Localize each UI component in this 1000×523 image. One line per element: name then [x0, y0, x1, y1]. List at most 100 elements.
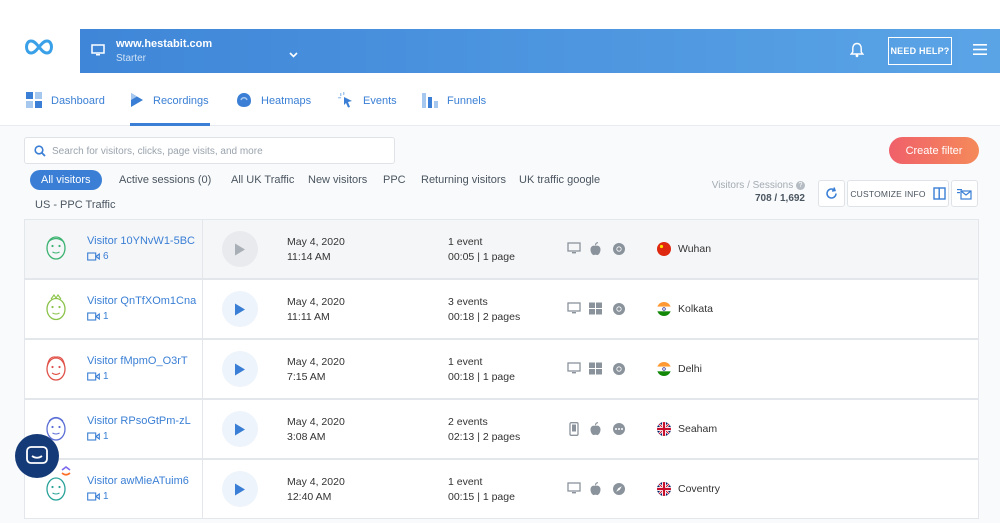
- top-header: www.hestabit.com Starter NEED HELP?: [0, 0, 1000, 76]
- session-count: 6: [87, 251, 109, 262]
- mobile-icon: [569, 422, 579, 441]
- windows-icon: [589, 362, 602, 380]
- visitor-cell: Visitor fMpmO_O3rT 1: [25, 340, 203, 398]
- main-nav: Dashboard Recordings Heatmaps Events Fun…: [0, 76, 1000, 126]
- need-help-button[interactable]: NEED HELP?: [888, 37, 952, 65]
- segment-new-visitors[interactable]: New visitors: [308, 170, 367, 190]
- funnels-icon: [422, 92, 447, 111]
- recordings-icon: [130, 92, 153, 111]
- tab-dashboard[interactable]: Dashboard: [26, 76, 105, 126]
- info-icon[interactable]: ?: [796, 181, 805, 190]
- visitor-name[interactable]: Visitor RPsoGtPm-zL: [87, 415, 191, 427]
- session-time: 11:11 AM: [287, 311, 330, 323]
- chevron-down-icon[interactable]: [289, 45, 298, 63]
- search-box[interactable]: [24, 137, 395, 164]
- customize-info-button[interactable]: CUSTOMIZE INFO: [847, 180, 949, 207]
- event-count: 2 events: [448, 416, 488, 428]
- session-date: May 4, 2020: [287, 296, 345, 308]
- search-input[interactable]: [52, 142, 382, 160]
- session-count: 1: [87, 491, 109, 502]
- play-recording-button[interactable]: [222, 411, 258, 447]
- uk-flag-icon: [657, 422, 671, 436]
- visitor-name[interactable]: Visitor 10YNvW1-5BC: [87, 235, 195, 247]
- video-camera-icon: [87, 252, 100, 261]
- play-icon: [235, 363, 245, 375]
- tab-recordings[interactable]: Recordings: [130, 76, 210, 126]
- play-recording-button[interactable]: [222, 471, 258, 507]
- city: Wuhan: [678, 243, 712, 255]
- desktop-icon: [567, 482, 581, 500]
- session-count: 1: [87, 311, 109, 322]
- visitor-name[interactable]: Visitor awMieATuim6: [87, 475, 189, 487]
- segment-uk-traffic-google[interactable]: UK traffic google: [519, 170, 600, 190]
- tab-funnels[interactable]: Funnels: [422, 76, 486, 126]
- apple-icon: [589, 242, 602, 261]
- play-icon: [235, 423, 245, 435]
- events-icon: [338, 91, 363, 111]
- play-icon: [235, 483, 245, 495]
- site-plan: Starter: [116, 53, 147, 64]
- bell-icon[interactable]: [849, 42, 865, 63]
- segment-all-uk-traffic[interactable]: All UK Traffic: [231, 170, 294, 190]
- tab-label: Events: [363, 95, 397, 107]
- india-flag-icon: [657, 362, 671, 376]
- duration-pages: 02:13 | 2 pages: [448, 431, 521, 443]
- hamburger-menu-icon[interactable]: [973, 43, 987, 61]
- windows-icon: [589, 302, 602, 320]
- chat-launcher-button[interactable]: [15, 434, 59, 478]
- play-recording-button[interactable]: [222, 351, 258, 387]
- refresh-button[interactable]: [818, 180, 845, 207]
- duration-pages: 00:18 | 2 pages: [448, 311, 521, 323]
- chrome-icon: [612, 302, 626, 321]
- columns-icon: [932, 187, 946, 200]
- table-row[interactable]: Visitor RPsoGtPm-zL 1 May 4, 2020 3:08 A…: [24, 399, 979, 459]
- play-recording-button[interactable]: [222, 291, 258, 327]
- other-browser-icon: [612, 422, 626, 441]
- video-camera-icon: [87, 312, 100, 321]
- site-name: www.hestabit.com: [116, 38, 213, 50]
- avatar: [43, 234, 69, 269]
- play-recording-button[interactable]: [222, 231, 258, 267]
- avatar: [43, 354, 69, 389]
- export-button[interactable]: [951, 180, 978, 207]
- event-count: 1 event: [448, 236, 483, 248]
- recordings-panel: Create filter All visitors Active sessio…: [0, 126, 1000, 523]
- chat-icon: [26, 446, 48, 464]
- event-count: 1 event: [448, 476, 483, 488]
- video-camera-icon: [87, 492, 100, 501]
- chrome-icon: [612, 242, 626, 261]
- segment-active-sessions[interactable]: Active sessions (0): [119, 170, 211, 190]
- chrome-icon: [612, 362, 626, 381]
- visitor-name[interactable]: Visitor fMpmO_O3rT: [87, 355, 188, 367]
- duration-pages: 00:15 | 1 page: [448, 491, 515, 503]
- event-count: 3 events: [448, 296, 488, 308]
- session-count: 1: [87, 431, 109, 442]
- segment-ppc[interactable]: PPC: [383, 170, 406, 190]
- visitor-name[interactable]: Visitor QnTfXOm1Cna: [87, 295, 196, 307]
- table-row[interactable]: Visitor fMpmO_O3rT 1 May 4, 2020 7:15 AM…: [24, 339, 979, 399]
- monitor-icon: [91, 43, 105, 61]
- logo[interactable]: [22, 38, 56, 61]
- create-filter-button[interactable]: Create filter: [889, 137, 979, 164]
- segment-all-visitors[interactable]: All visitors: [30, 170, 102, 190]
- tab-events[interactable]: Events: [338, 76, 397, 126]
- visitor-cell: Visitor 10YNvW1-5BC 6: [25, 220, 203, 278]
- event-count: 1 event: [448, 356, 483, 368]
- table-row[interactable]: Visitor QnTfXOm1Cna 1 May 4, 2020 11:11 …: [24, 279, 979, 339]
- table-row[interactable]: Visitor 10YNvW1-5BC 6 May 4, 2020 11:14 …: [24, 219, 979, 279]
- safari-icon: [612, 482, 626, 501]
- table-row[interactable]: Visitor awMieATuim6 1 May 4, 2020 12:40 …: [24, 459, 979, 519]
- play-icon: [235, 243, 245, 255]
- apple-icon: [589, 422, 602, 441]
- session-time: 11:14 AM: [287, 251, 331, 263]
- tab-heatmaps[interactable]: Heatmaps: [236, 76, 311, 126]
- desktop-icon: [567, 242, 581, 260]
- tab-label: Dashboard: [51, 95, 105, 107]
- segment-us-ppc-traffic[interactable]: US - PPC Traffic: [35, 195, 115, 215]
- segment-returning-visitors[interactable]: Returning visitors: [421, 170, 506, 190]
- site-selector[interactable]: www.hestabit.com Starter NEED HELP?: [80, 29, 1000, 73]
- city: Delhi: [678, 363, 702, 375]
- visitors-sessions-value: 708 / 1,692: [754, 193, 805, 204]
- refresh-icon: [826, 187, 837, 199]
- tab-label: Funnels: [447, 95, 487, 107]
